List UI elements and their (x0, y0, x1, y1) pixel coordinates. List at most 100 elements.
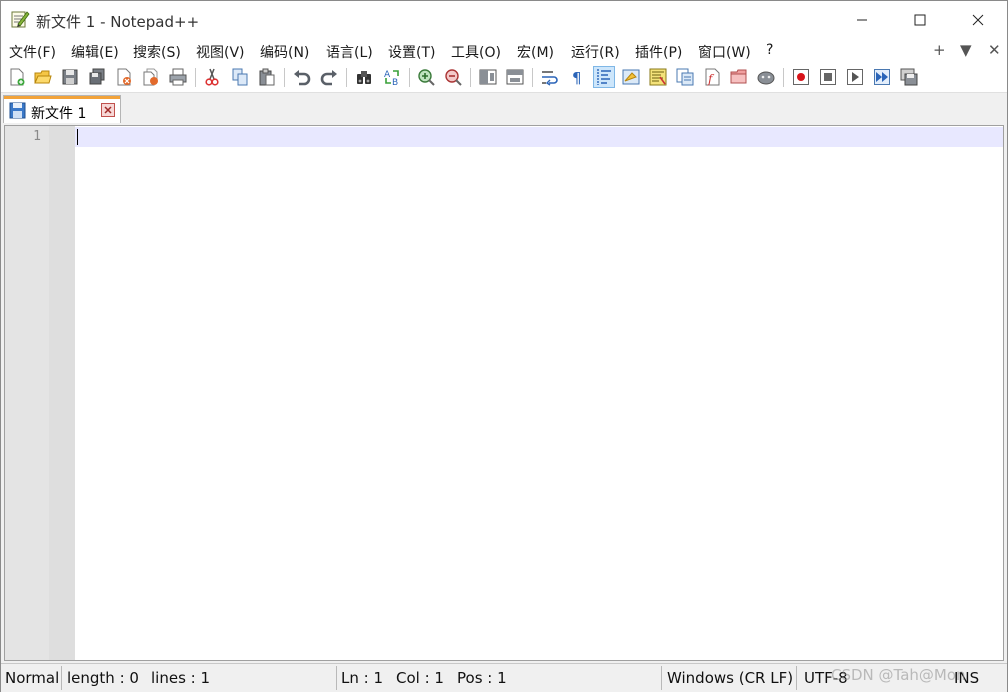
show-all-characters-button[interactable]: ¶ (566, 66, 588, 88)
document-list-icon (676, 68, 694, 86)
menu-window[interactable]: 窗口(W) (698, 42, 751, 62)
close-window-button[interactable] (949, 1, 1007, 39)
svg-text:A: A (384, 70, 391, 80)
monitoring-icon (757, 71, 775, 85)
menu-run[interactable]: 运行(R) (571, 42, 620, 62)
folder-as-workspace-button[interactable] (728, 66, 750, 88)
zoom-in-icon (418, 69, 435, 86)
copy-button[interactable] (229, 66, 251, 88)
replace-button[interactable]: AB (381, 66, 403, 88)
status-bar: Normal length : 0 lines : 1 Ln : 1 Col :… (1, 663, 1007, 692)
menu-file[interactable]: 文件(F) (9, 42, 56, 62)
menu-view[interactable]: 视图(V) (196, 42, 245, 62)
status-position: Pos : 1 (457, 669, 507, 687)
save-button[interactable] (59, 66, 81, 88)
close-document-button[interactable]: ✕ (988, 41, 1001, 59)
minimize-icon (857, 19, 867, 21)
notepadpp-app-icon (11, 11, 30, 28)
document-map-button[interactable] (647, 66, 669, 88)
menu-tools[interactable]: 工具(O) (451, 42, 501, 62)
zoom-in-button[interactable] (415, 66, 437, 88)
menu-edit[interactable]: 编辑(E) (71, 42, 119, 62)
status-length: length : 0 (67, 669, 139, 687)
menu-settings[interactable]: 设置(T) (388, 42, 435, 62)
zoom-out-icon (445, 69, 462, 86)
sync-horizontal-icon (506, 69, 524, 85)
sync-vertical-icon (479, 69, 497, 85)
redo-button[interactable] (318, 66, 340, 88)
print-button[interactable] (167, 66, 189, 88)
undo-button[interactable] (291, 66, 313, 88)
save-all-button[interactable] (86, 66, 108, 88)
status-separator (661, 666, 662, 690)
line-number-margin: 1 (5, 126, 49, 660)
status-lines: lines : 1 (151, 669, 211, 687)
notepad-window: 新文件 1 - Notepad++ 文件(F) 编辑(E) 搜索(S) 视图(V… (0, 0, 1008, 692)
maximize-button[interactable] (891, 1, 949, 39)
function-list-button[interactable]: f (701, 66, 723, 88)
text-editor[interactable]: 1 (4, 125, 1004, 661)
open-file-button[interactable] (32, 66, 54, 88)
stop-recording-icon (820, 69, 836, 85)
save-icon (62, 69, 78, 85)
menu-macro[interactable]: 宏(M) (517, 42, 554, 62)
indent-guide-button[interactable] (593, 66, 615, 88)
window-title: 新文件 1 - Notepad++ (36, 13, 200, 31)
copy-icon (232, 68, 248, 86)
paste-button[interactable] (256, 66, 278, 88)
menu-bar: 文件(F) 编辑(E) 搜索(S) 视图(V) 编码(N) 语言(L) 设置(T… (1, 39, 1007, 63)
cut-icon (205, 68, 219, 86)
menu-help[interactable]: ? (766, 42, 773, 58)
zoom-out-button[interactable] (442, 66, 464, 88)
find-button[interactable] (353, 66, 375, 88)
record-macro-button[interactable] (790, 66, 812, 88)
status-line: Ln : 1 (341, 669, 383, 687)
paste-icon (259, 68, 275, 86)
new-file-button[interactable] (6, 66, 28, 88)
menu-encoding[interactable]: 编码(N) (260, 42, 309, 62)
indent-guide-icon (597, 69, 611, 85)
save-all-icon (89, 68, 105, 85)
tab-new-file-1[interactable]: 新文件 1 (3, 95, 121, 123)
save-macro-button[interactable] (898, 66, 920, 88)
status-separator (336, 666, 337, 690)
find-icon (357, 71, 371, 84)
tab-list-dropdown[interactable]: ▼ (960, 41, 972, 59)
title-bar[interactable]: 新文件 1 - Notepad++ (1, 1, 1007, 39)
user-defined-language-button[interactable] (620, 66, 642, 88)
function-list-icon: f (705, 68, 720, 86)
show-all-characters-icon: ¶ (572, 69, 582, 86)
close-icon (972, 14, 984, 26)
tab-close-button[interactable] (101, 103, 115, 117)
cut-button[interactable] (201, 66, 223, 88)
word-wrap-icon (542, 71, 558, 86)
minimize-button[interactable] (833, 1, 891, 39)
sync-horizontal-button[interactable] (504, 66, 526, 88)
close-all-button[interactable] (140, 66, 162, 88)
menu-search[interactable]: 搜索(S) (133, 42, 181, 62)
tab-label: 新文件 1 (31, 106, 87, 122)
fold-margin[interactable] (49, 126, 75, 660)
record-macro-icon (793, 69, 809, 85)
run-macro-multiple-button[interactable] (871, 66, 893, 88)
line-number: 1 (33, 129, 41, 144)
status-eol-format[interactable]: Windows (CR LF) (667, 669, 793, 687)
sync-vertical-button[interactable] (477, 66, 499, 88)
add-tab-button[interactable]: + (933, 41, 946, 59)
run-macro-multiple-icon (874, 69, 890, 85)
tab-bar: 新文件 1 (1, 93, 1007, 125)
toolbar-separator (470, 68, 471, 87)
replace-icon: AB (384, 70, 399, 86)
monitoring-button[interactable] (755, 66, 777, 88)
document-list-button[interactable] (674, 66, 696, 88)
stop-recording-button[interactable] (817, 66, 839, 88)
menu-plugins[interactable]: 插件(P) (635, 42, 682, 62)
toolbar: AB ¶ f (1, 63, 1007, 93)
word-wrap-button[interactable] (539, 66, 561, 88)
play-macro-button[interactable] (844, 66, 866, 88)
menu-language[interactable]: 语言(L) (326, 42, 373, 62)
close-file-button[interactable] (113, 66, 135, 88)
save-macro-icon (900, 68, 918, 86)
status-separator (796, 666, 797, 690)
print-icon (169, 68, 187, 86)
